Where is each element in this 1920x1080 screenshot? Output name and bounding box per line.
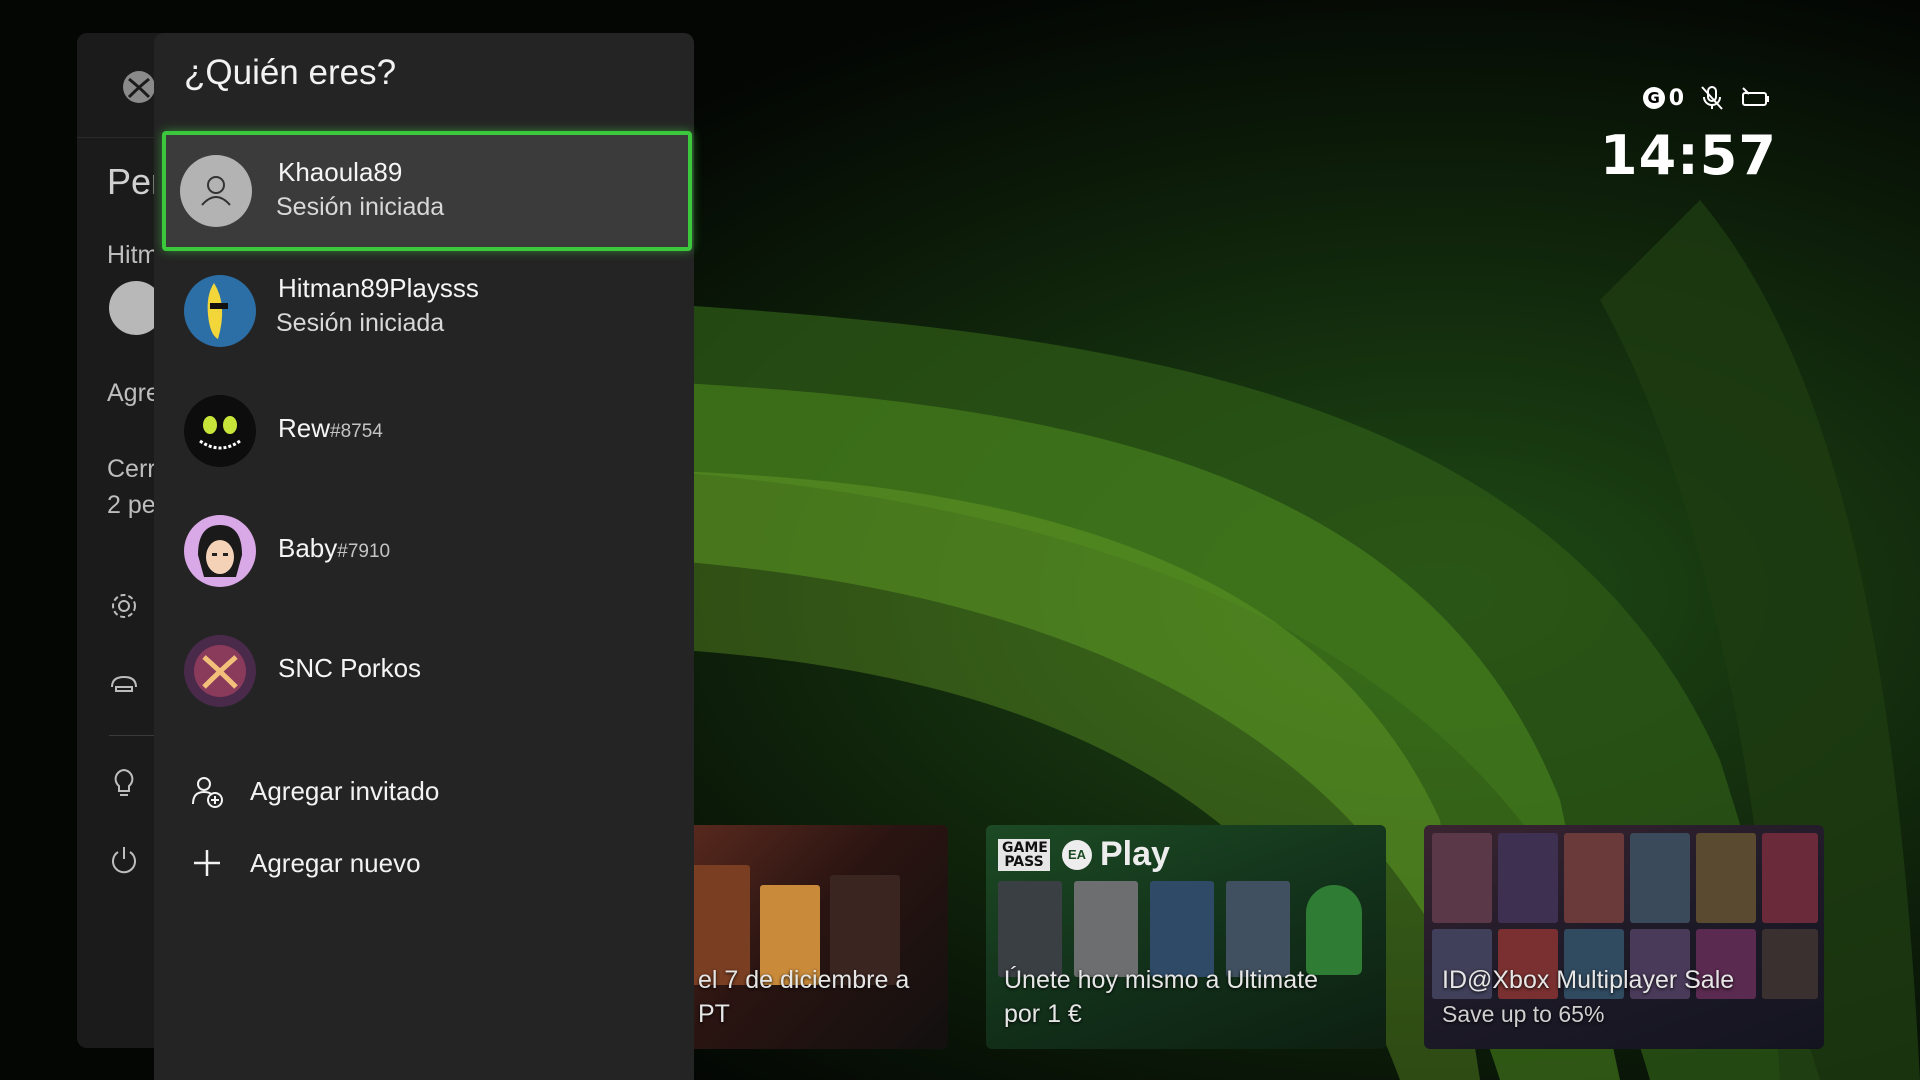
tile-caption-line2: por 1 € [1004, 1000, 1082, 1028]
profile-name: Khaoula89 [278, 157, 403, 187]
cat-face-avatar-icon [184, 395, 256, 467]
who-are-you-panel: ¿Quién eres? Khaoula89 Sesión iniciada H… [154, 33, 694, 1080]
gamerscore: G 0 [1642, 85, 1684, 111]
tile-subcaption: Save up to 65% [1442, 1001, 1605, 1027]
tile-cover-art [1630, 833, 1690, 923]
add-new-button[interactable]: Agregar nuevo [188, 835, 668, 891]
sidebar-signout[interactable]: Cerr [107, 455, 156, 484]
controller-icon[interactable] [107, 665, 141, 699]
plus-icon [194, 850, 220, 876]
status-bar: G 0 [1628, 84, 1770, 112]
tile-caption-line2: PT [698, 1000, 730, 1028]
profile-tag: #8754 [330, 421, 383, 442]
sidebar-add[interactable]: Agre [107, 379, 160, 408]
profile-item-baby[interactable]: Baby#7910 [166, 495, 688, 607]
tile-caption: Únete hoy mismo a Ultimate [1004, 966, 1319, 994]
profile-name: SNC Porkos [278, 653, 422, 683]
default-avatar-icon [180, 155, 252, 227]
gamerscore-value: 0 [1668, 85, 1684, 111]
tile-mascot-art [1306, 885, 1362, 975]
tile-cover-art [1432, 833, 1492, 923]
tile-cover-art [1564, 833, 1624, 923]
profile-item-hitman89playsss[interactable]: Hitman89Playsss Sesión iniciada [166, 255, 688, 367]
mic-muted-icon [1701, 86, 1723, 110]
profile-status: Sesión iniciada [276, 193, 445, 221]
ea-play-label: Play [1100, 835, 1170, 873]
profile-status: Sesión iniciada [276, 309, 445, 337]
power-icon[interactable] [107, 843, 141, 877]
banana-avatar-icon [184, 275, 256, 347]
add-guest-button[interactable]: Agregar invitado [188, 763, 668, 819]
profile-item-khaoula89[interactable]: Khaoula89 Sesión iniciada [162, 131, 692, 251]
xbox-sphere-avatar-icon [184, 635, 256, 707]
idxbox-sale-tile[interactable]: ID@Xbox Multiplayer Sale Save up to 65% [1424, 825, 1824, 1049]
settings-gear-icon[interactable] [107, 589, 141, 623]
tile-cover-art [1762, 833, 1818, 923]
tile-caption: ID@Xbox Multiplayer Sale [1442, 966, 1735, 994]
gamepass-logo: GAME PASS [998, 838, 1050, 871]
profile-tag: #7910 [337, 541, 391, 562]
promo-tile-1[interactable]: el 7 de diciembre a PT [680, 825, 948, 1049]
profile-name: Baby [278, 533, 338, 563]
clock: 14:57 [1600, 124, 1777, 187]
ea-logo-icon: EA [1062, 839, 1092, 870]
sidebar-signout-count: 2 pe [107, 491, 156, 519]
tile-cover-art [1696, 833, 1756, 923]
gamerscore-icon: G [1642, 87, 1665, 109]
tile-cover-art [1498, 833, 1558, 923]
sidebar-user: Hitm [107, 241, 159, 269]
panel-title: ¿Quién eres? [184, 53, 397, 92]
add-new-label: Agregar nuevo [250, 847, 421, 878]
add-guest-icon [192, 777, 223, 808]
profile-item-rew[interactable]: Rew#8754 [166, 375, 688, 487]
gamepass-ea-play-tile[interactable]: GAME PASS EA Play Únete hoy mismo a Ulti… [986, 825, 1386, 1049]
add-guest-label: Agregar invitado [250, 775, 440, 806]
tile-caption: el 7 de diciembre a [698, 966, 910, 994]
profile-item-snc-porkos[interactable]: SNC Porkos [166, 615, 688, 727]
gamepass-ea-play-logo: GAME PASS EA Play [998, 835, 1170, 874]
xbox-logo-icon [123, 71, 155, 103]
profile-name: Hitman89Playsss [278, 273, 479, 303]
anime-girl-avatar-icon [184, 515, 256, 587]
tips-lightbulb-icon[interactable] [107, 767, 141, 801]
battery-icon [1742, 87, 1769, 106]
profile-name: Rew [278, 413, 331, 443]
